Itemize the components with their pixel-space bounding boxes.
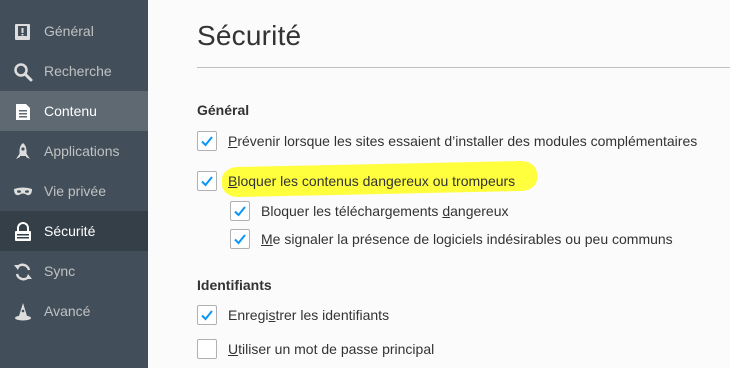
applications-icon: [13, 142, 33, 162]
block-downloads-checkbox[interactable]: [230, 201, 250, 221]
master-password-checkbox[interactable]: [197, 339, 217, 359]
security-lock-icon: [13, 222, 33, 242]
master-password-label: Utiliser un mot de passe principal: [228, 341, 435, 357]
warn-addons-checkbox[interactable]: [197, 131, 217, 151]
sidebar-item-label: Contenu: [44, 103, 97, 119]
warn-addons-label: Prévenir lorsque les sites essaient d’in…: [228, 133, 698, 149]
page-title: Sécurité: [197, 20, 302, 51]
master-password-checkbox-row[interactable]: Utiliser un mot de passe principal: [197, 339, 434, 359]
sidebar-item-label: Vie privée: [44, 183, 107, 199]
sidebar-item-sync[interactable]: Sync: [0, 251, 148, 291]
sidebar-item-content[interactable]: Contenu: [0, 91, 148, 131]
sidebar: Général Recherche Contenu Applications V…: [0, 0, 148, 368]
block-dangerous-checkbox[interactable]: [197, 171, 217, 191]
general-icon: [13, 22, 33, 42]
warn-unwanted-checkbox-row[interactable]: Me signaler la présence de logiciels ind…: [230, 229, 673, 249]
sidebar-item-label: Avancé: [44, 303, 91, 319]
group-heading-logins: Identifiants: [197, 277, 272, 293]
sidebar-item-advanced[interactable]: Avancé: [0, 291, 148, 331]
sidebar-item-label: Applications: [44, 143, 120, 159]
sidebar-item-security[interactable]: Sécurité: [0, 211, 148, 251]
main-content: Sécurité Général Prévenir lorsque les si…: [148, 0, 730, 368]
block-dangerous-label: Bloquer les contenus dangereux ou trompe…: [228, 173, 516, 189]
warn-addons-checkbox-row[interactable]: Prévenir lorsque les sites essaient d’in…: [197, 131, 697, 151]
sidebar-item-applications[interactable]: Applications: [0, 131, 148, 171]
sidebar-item-label: Sync: [44, 263, 76, 279]
sidebar-item-label: Recherche: [44, 63, 112, 79]
advanced-wizard-icon: [13, 302, 33, 322]
divider: [197, 67, 730, 68]
sidebar-item-search[interactable]: Recherche: [0, 51, 148, 91]
sidebar-item-label: Sécurité: [44, 223, 96, 239]
block-downloads-checkbox-row[interactable]: Bloquer les téléchargements dangereux: [230, 201, 509, 221]
privacy-mask-icon: [13, 182, 33, 202]
sidebar-item-label: Général: [44, 23, 94, 39]
remember-logins-checkbox-row[interactable]: Enregistrer les identifiants: [197, 305, 389, 325]
block-dangerous-checkbox-row[interactable]: Bloquer les contenus dangereux ou trompe…: [197, 171, 515, 191]
group-heading-general: Général: [197, 102, 250, 118]
remember-logins-checkbox[interactable]: [197, 305, 217, 325]
warn-unwanted-checkbox[interactable]: [230, 229, 250, 249]
sync-icon: [13, 262, 33, 282]
block-downloads-label: Bloquer les téléchargements dangereux: [261, 203, 509, 219]
sidebar-item-general[interactable]: Général: [0, 11, 148, 51]
remember-logins-label: Enregistrer les identifiants: [228, 307, 390, 323]
content-icon: [13, 102, 33, 122]
search-icon: [13, 62, 33, 82]
warn-unwanted-label: Me signaler la présence de logiciels ind…: [261, 231, 673, 247]
sidebar-item-privacy[interactable]: Vie privée: [0, 171, 148, 211]
